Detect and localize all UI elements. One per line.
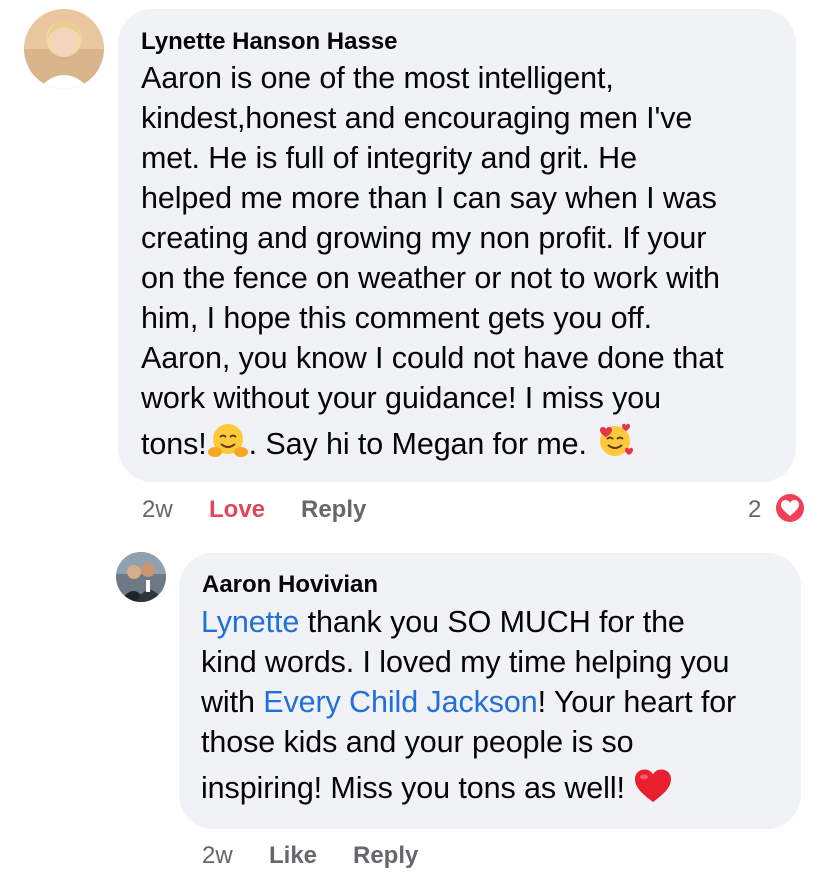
reply-line: with Every Child Jackson! Your heart for	[201, 682, 736, 722]
heart-icon	[781, 500, 799, 516]
reply-line: those kids and your people is so	[201, 725, 634, 759]
reply-text-fragment: ! Your heart for	[537, 685, 737, 719]
comment-line: kindest,honest and encouraging men I've	[141, 101, 693, 135]
hugging-face-emoji-icon	[207, 424, 248, 457]
reply-text-fragment: inspiring! Miss you tons as well!	[201, 771, 625, 805]
comment-text: Aaron is one of the most intelligent, ki…	[141, 58, 724, 466]
reply-timestamp[interactable]: 2w	[202, 842, 233, 870]
comment-timestamp[interactable]: 2w	[142, 496, 173, 524]
comment-thread: Lynette Hanson Hasse Aaron is one of the…	[0, 0, 828, 872]
aaron-avatar[interactable]	[116, 552, 166, 602]
reply-text: Lynette thank you SO MUCH for the kind w…	[201, 602, 736, 810]
lynette-avatar[interactable]	[24, 9, 104, 89]
avatar-photo-icon	[24, 9, 104, 89]
avatar-photo-icon	[116, 552, 166, 602]
reply-text-fragment: with	[201, 685, 264, 719]
reply-last-line: inspiring! Miss you tons as well!	[201, 762, 736, 810]
reaction-count[interactable]: 2	[748, 496, 761, 524]
reply-button[interactable]: Reply	[301, 496, 366, 524]
comment-line: creating and growing my non profit. If y…	[141, 221, 707, 255]
smiling-face-with-hearts-emoji-icon	[600, 423, 634, 456]
like-button[interactable]: Like	[269, 842, 317, 870]
reply-button[interactable]: Reply	[353, 842, 418, 870]
comment-text-fragment: . Say hi to Megan for me.	[248, 427, 587, 461]
love-reaction-button[interactable]: Love	[209, 496, 265, 524]
mention-link-lynette[interactable]: Lynette	[201, 605, 299, 639]
comment-line: work without your guidance! I miss you	[141, 381, 662, 415]
comment-line: helped me more than I can say when I was	[141, 181, 717, 215]
reply-actions: 2w Like Reply	[202, 842, 502, 872]
comment-line: met. He is full of integrity and grit. H…	[141, 141, 637, 175]
reply-line: Lynette thank you SO MUCH for the	[201, 602, 736, 642]
reply-author-name[interactable]: Aaron Hovivian	[202, 571, 378, 599]
comment-last-line: tons! . Say hi to Megan for me.	[141, 418, 723, 466]
comment-author-name[interactable]: Lynette Hanson Hasse	[141, 28, 398, 56]
comment-line: him, I hope this comment gets you off.	[141, 301, 653, 335]
reply-text-fragment: thank you SO MUCH for the	[299, 605, 685, 639]
red-heart-emoji-icon	[635, 769, 672, 802]
comment-text-fragment: tons!	[141, 427, 207, 461]
comment-line: Aaron is one of the most intelligent,	[141, 61, 614, 95]
mention-link-every-child-jackson[interactable]: Every Child Jackson	[263, 685, 538, 719]
comment-actions: 2w Love Reply	[142, 496, 442, 526]
comment-line: on the fence on weather or not to work w…	[141, 261, 720, 295]
reply-line: kind words. I loved my time helping you	[201, 645, 730, 679]
heart-reaction-badge[interactable]	[774, 492, 806, 524]
comment-line: Aaron, you know I could not have done th…	[141, 341, 724, 375]
